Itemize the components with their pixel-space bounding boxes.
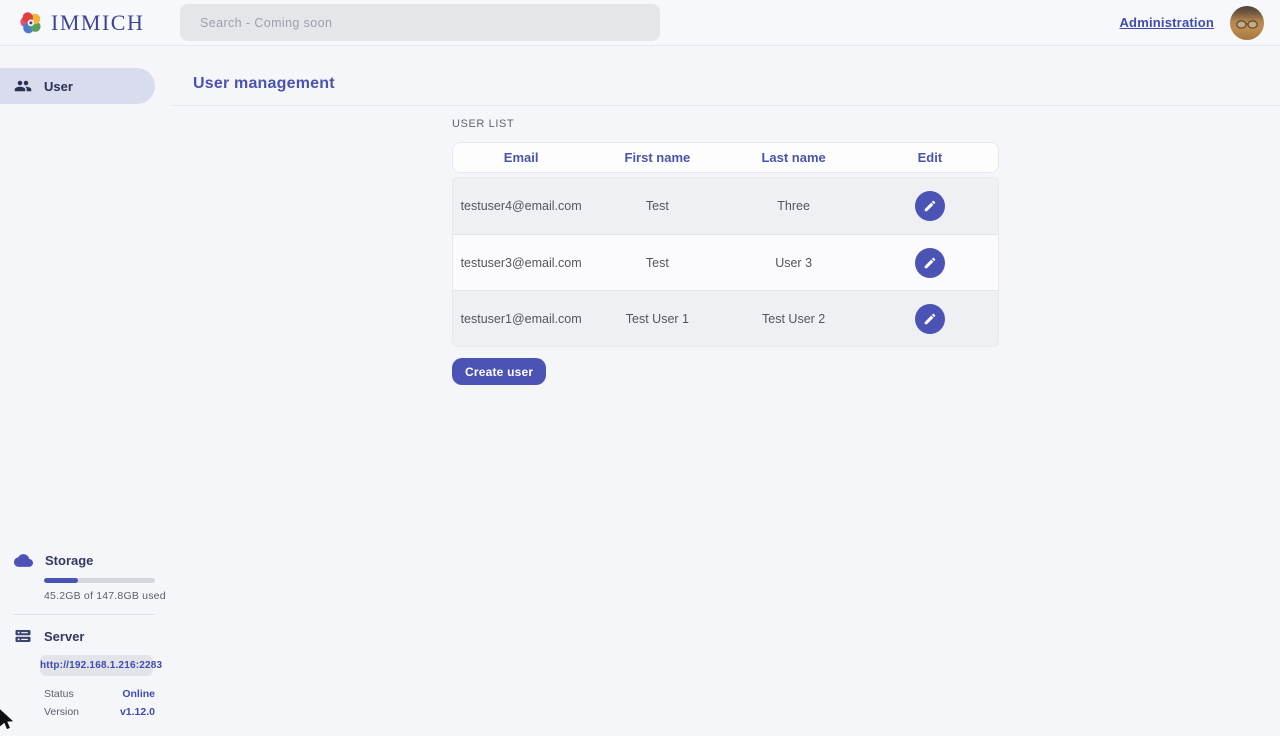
brand-wordmark: IMMICH — [51, 10, 144, 36]
version-value: v1.12.0 — [120, 706, 155, 718]
server-icon — [14, 627, 32, 645]
sidebar: User Storage 45.2GB of 147.8GB used — [0, 47, 171, 730]
storage-title: Storage — [45, 553, 93, 568]
cell-first-name: Test — [589, 199, 725, 213]
pencil-icon — [923, 199, 937, 213]
user-management-content: USER LIST Email First name Last name Edi… — [171, 106, 1280, 385]
cell-last-name: User 3 — [726, 256, 862, 270]
pencil-icon — [923, 256, 937, 270]
storage-progress-bar — [44, 578, 155, 583]
storage-usage-text: 45.2GB of 147.8GB used — [44, 590, 171, 602]
glasses-photo-detail — [1235, 19, 1259, 30]
server-url-badge: http://192.168.1.216:2283 — [40, 655, 153, 676]
column-header-last-name: Last name — [726, 150, 862, 165]
sidebar-item-user[interactable]: User — [0, 68, 155, 104]
page-title: User management — [193, 75, 1280, 93]
main-panel: User management USER LIST Email First na… — [171, 47, 1280, 730]
column-header-email: Email — [453, 150, 589, 165]
administration-link[interactable]: Administration — [1119, 15, 1214, 30]
create-user-button[interactable]: Create user — [452, 358, 546, 385]
table-row: testuser4@email.com Test Three — [453, 178, 998, 234]
server-status-row: Status Online — [44, 688, 155, 700]
server-version-row: Version v1.12.0 — [44, 706, 155, 718]
table-body: testuser4@email.com Test Three testuser3… — [452, 177, 999, 347]
storage-progress-fill — [44, 578, 78, 583]
cloud-icon — [14, 551, 33, 570]
cell-last-name: Three — [726, 199, 862, 213]
table-row: testuser3@email.com Test User 3 — [453, 234, 998, 290]
sidebar-item-user-label: User — [44, 79, 73, 94]
immich-flower-logo-icon — [18, 10, 44, 36]
pencil-icon — [923, 312, 937, 326]
user-avatar[interactable] — [1230, 6, 1264, 40]
server-title: Server — [44, 629, 84, 644]
version-label: Version — [44, 706, 79, 718]
sidebar-status-panel: Storage 45.2GB of 147.8GB used Server ht… — [0, 551, 171, 730]
server-section-header: Server — [0, 627, 171, 645]
edit-user-button[interactable] — [915, 191, 945, 221]
search-bar — [180, 4, 660, 41]
immich-brand[interactable]: IMMICH — [18, 10, 144, 36]
cell-first-name: Test User 1 — [589, 312, 725, 326]
status-label: Status — [44, 688, 74, 700]
cell-email: testuser1@email.com — [453, 312, 589, 326]
table-row: testuser1@email.com Test User 1 Test Use… — [453, 290, 998, 346]
cell-first-name: Test — [589, 256, 725, 270]
column-header-first-name: First name — [589, 150, 725, 165]
user-list-label: USER LIST — [452, 118, 1280, 130]
cell-last-name: Test User 2 — [726, 312, 862, 326]
edit-user-button[interactable] — [915, 248, 945, 278]
mouse-cursor — [0, 709, 16, 736]
table-header-row: Email First name Last name Edit — [452, 142, 999, 173]
cell-email: testuser3@email.com — [453, 256, 589, 270]
users-icon — [14, 77, 32, 95]
column-header-edit: Edit — [862, 150, 998, 165]
edit-user-button[interactable] — [915, 304, 945, 334]
sidebar-divider — [13, 614, 155, 615]
page-header: User management — [171, 47, 1280, 106]
top-navbar: IMMICH Administration — [0, 0, 1280, 46]
status-value: Online — [122, 688, 155, 700]
cell-email: testuser4@email.com — [453, 199, 589, 213]
search-input[interactable] — [180, 4, 660, 41]
storage-section-header: Storage — [0, 551, 171, 569]
user-table: Email First name Last name Edit testuser… — [452, 142, 999, 347]
navbar-right: Administration — [1119, 6, 1280, 40]
